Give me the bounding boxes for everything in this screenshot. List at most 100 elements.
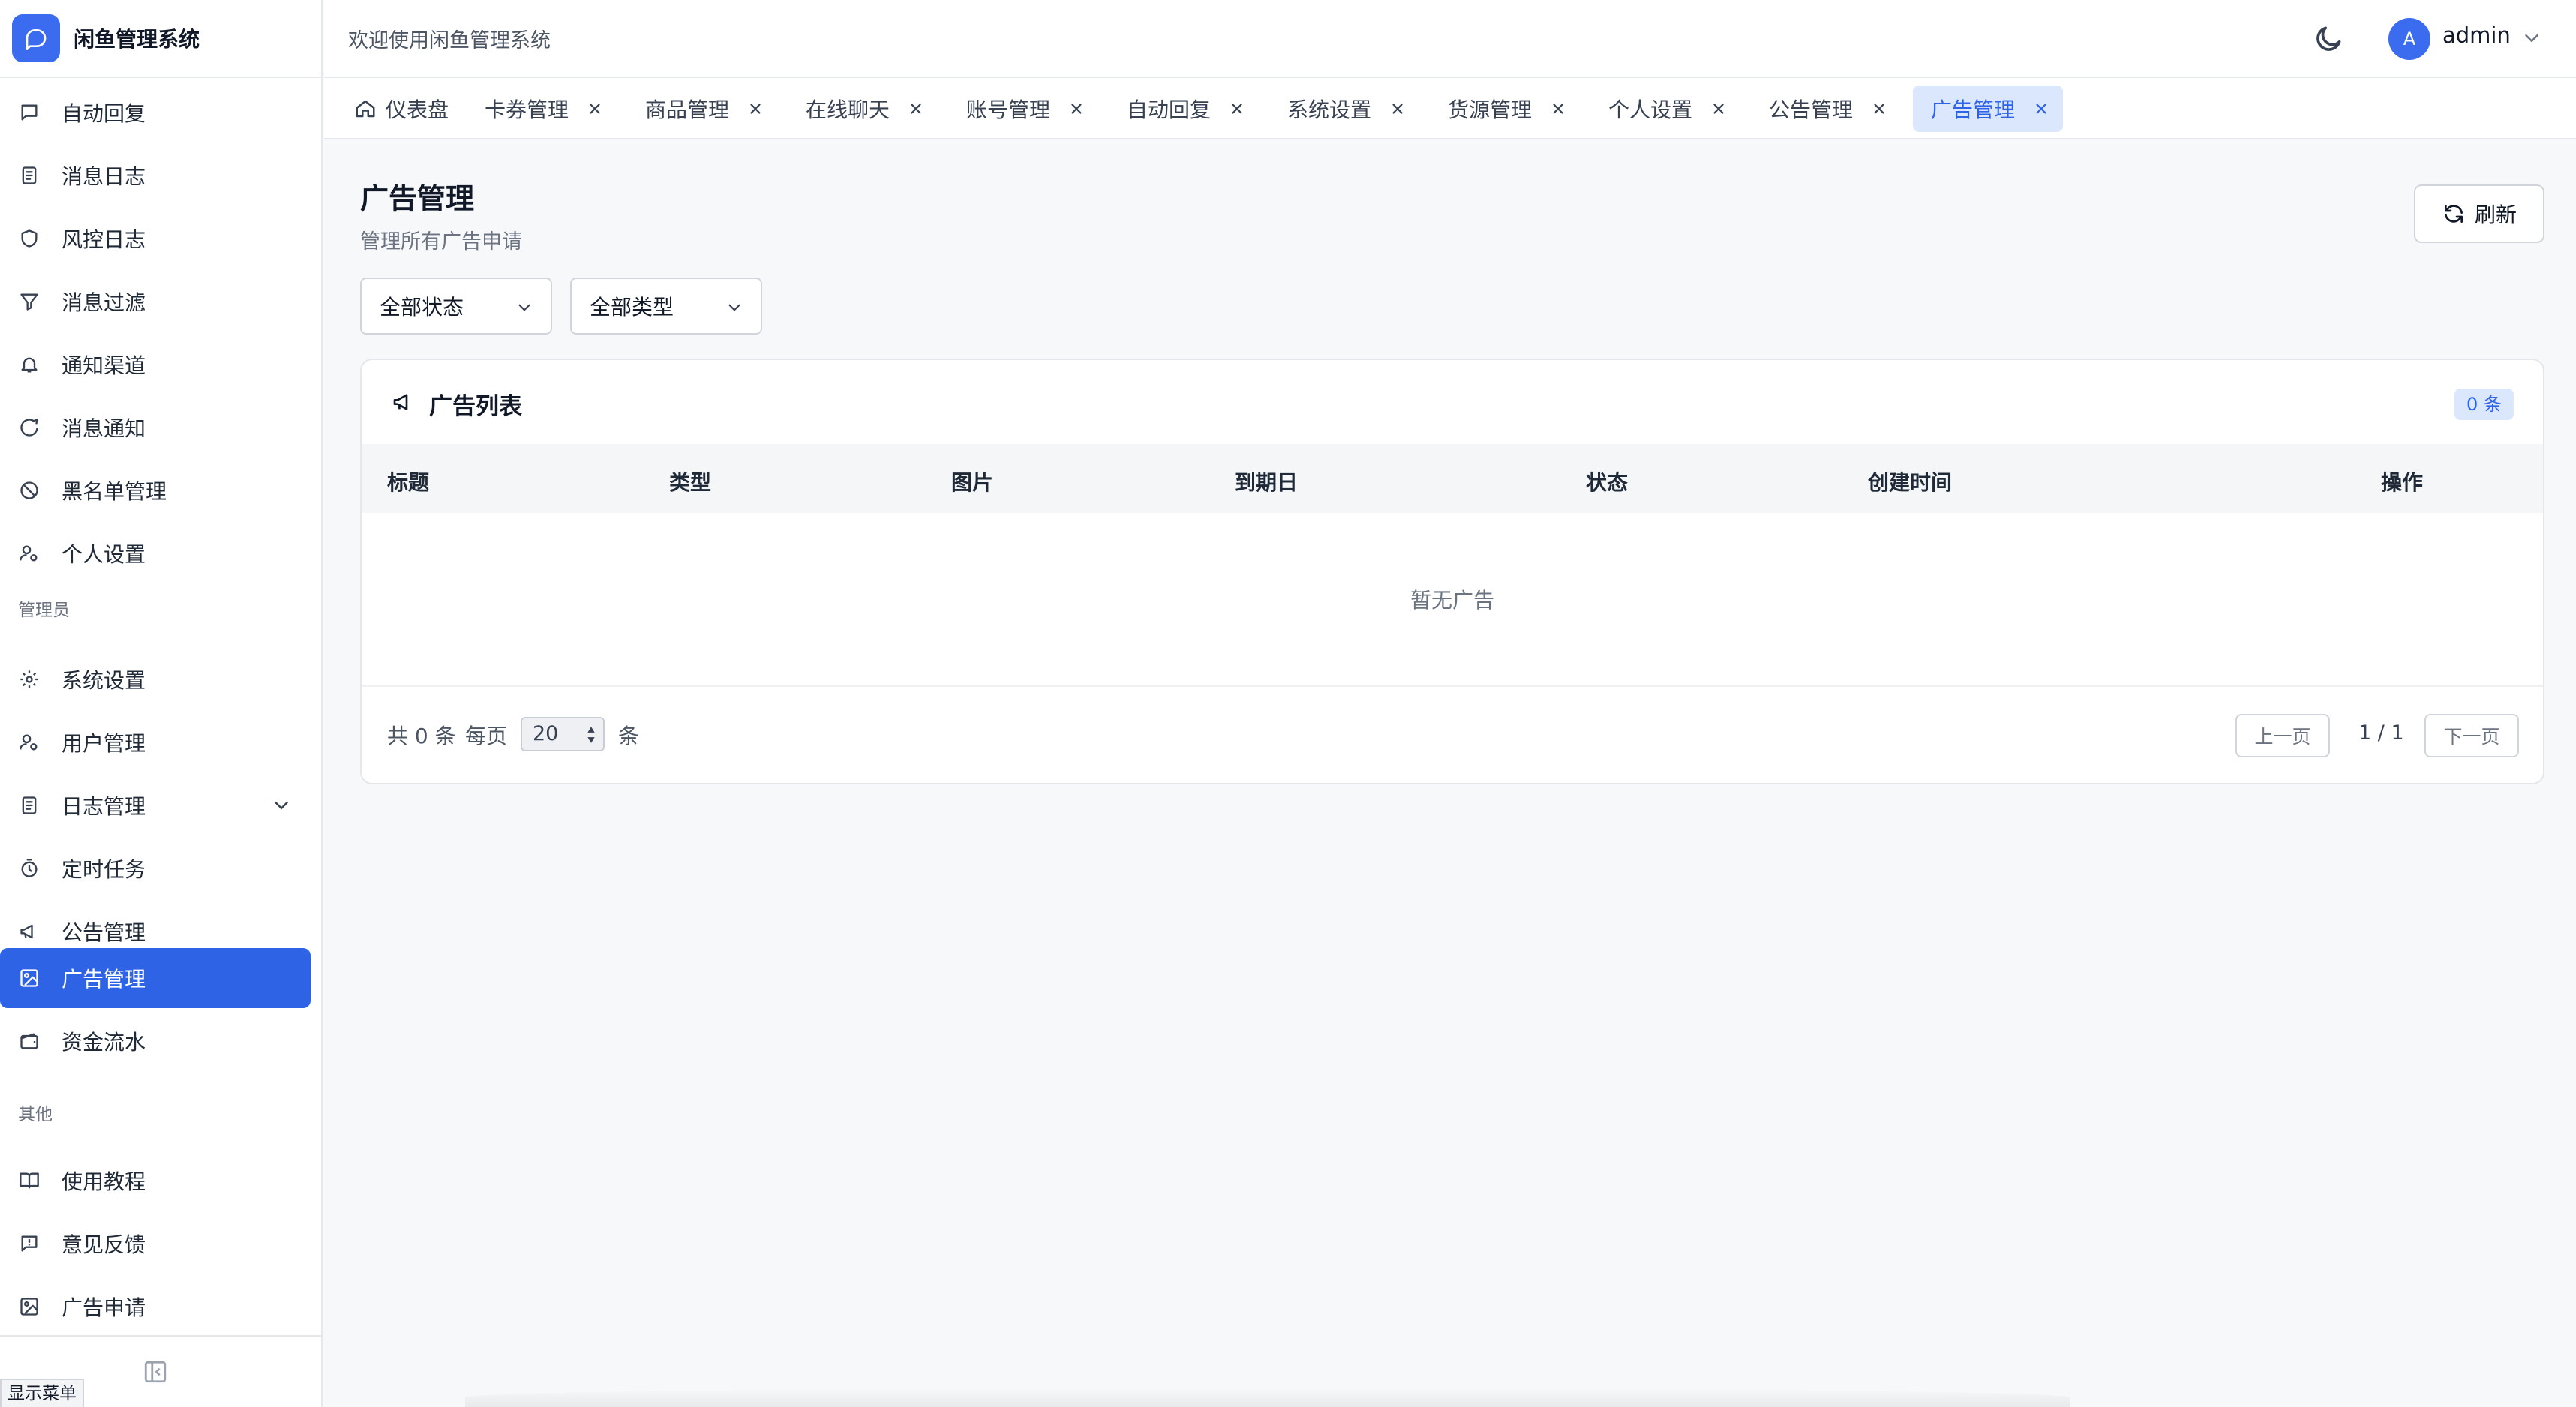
close-icon[interactable] [587,100,603,117]
close-icon[interactable] [747,100,764,117]
count-badge: 0 条 [2454,388,2514,420]
ad-list-card: 广告列表 0 条 标题 类型 图片 到期日 状态 创建时间 操作 暂无广告 共 … [360,358,2544,784]
sidebar-item-user-management[interactable]: 用户管理 [0,712,311,772]
sidebar-item-label: 风控日志 [62,227,146,252]
book-icon [18,1169,41,1192]
column-header-expiry: 到期日 [1235,470,1299,495]
user-name[interactable]: admin [2442,22,2511,48]
tab-accounts[interactable]: 账号管理 [938,86,1098,132]
next-page-button[interactable]: 下一页 [2424,714,2519,758]
total-count: 共 0 条 [387,724,456,748]
chat-bubble-icon [12,14,60,62]
sidebar-item-cash-flow[interactable]: 资金流水 [0,1011,311,1071]
moon-icon[interactable] [2312,22,2345,56]
tab-bar: 仪表盘 卡券管理 商品管理 在线聊天 账号管理 自动回复 系统设置 货源管理 个… [324,78,2576,140]
ban-icon [18,479,41,502]
sidebar-item-notify-channel[interactable]: 通知渠道 [0,334,311,394]
tab-label: 公告管理 [1769,98,1854,122]
sidebar-item-message-filter[interactable]: 消息过滤 [0,272,311,332]
tab-goods[interactable]: 商品管理 [617,86,777,132]
tab-supply[interactable]: 货源管理 [1419,86,1580,132]
tab-label: 仪表盘 [386,98,449,122]
close-icon[interactable] [1068,100,1085,117]
close-icon[interactable] [1871,100,1887,117]
chevron-down-icon [518,304,530,311]
sidebar-item-risk-log[interactable]: 风控日志 [0,208,311,268]
tab-ad-management[interactable]: 广告管理 [1913,86,2064,132]
sidebar-item-auto-reply[interactable]: 自动回复 [0,82,311,142]
per-page-select[interactable]: 20 [521,717,605,752]
close-icon[interactable] [1710,100,1727,117]
sidebar-item-tutorial[interactable]: 使用教程 [0,1150,311,1210]
chevron-down-icon [275,802,288,810]
megaphone-icon [393,394,408,410]
per-page-value: 20 [533,722,559,746]
refresh-label: 刷新 [2474,203,2517,226]
tab-label: 在线聊天 [806,98,890,122]
sidebar-item-label: 广告管理 [62,967,146,992]
tab-auto-reply[interactable]: 自动回复 [1098,86,1259,132]
close-icon[interactable] [2033,100,2049,117]
sidebar-item-blacklist[interactable]: 黑名单管理 [0,460,311,520]
sidebar-item-feedback[interactable]: 意见反馈 [0,1214,311,1274]
top-header: 欢迎使用闲鱼管理系统 A admin [324,0,2576,78]
sidebar-item-label: 消息通知 [62,416,146,441]
column-header-actions: 操作 [2381,470,2424,495]
prev-page-button[interactable]: 上一页 [2235,714,2330,758]
per-page-unit: 条 [618,724,640,748]
sidebar-item-system-settings[interactable]: 系统设置 [0,650,311,710]
type-filter-select[interactable]: 全部类型 [570,278,762,334]
tab-system-settings[interactable]: 系统设置 [1259,86,1419,132]
tab-online-chat[interactable]: 在线聊天 [777,86,938,132]
tab-coupon[interactable]: 卡券管理 [456,86,617,132]
collapse-sidebar-icon[interactable] [143,1359,168,1384]
gear-icon [18,668,41,691]
tab-dashboard[interactable]: 仪表盘 [324,86,462,132]
timer-icon [18,857,41,880]
sidebar-item-label: 消息过滤 [62,290,146,315]
refresh-button[interactable]: 刷新 [2414,184,2544,243]
tab-announcement[interactable]: 公告管理 [1740,86,1901,132]
close-icon[interactable] [1389,100,1406,117]
message-icon [18,101,41,124]
tab-label: 商品管理 [645,98,730,122]
sidebar-item-profile[interactable]: 个人设置 [0,524,311,584]
chevron-down-icon[interactable] [2520,27,2543,50]
pagination: 共 0 条 每页 20 条 上一页 1 / 1 下一页 [362,686,2543,783]
sidebar-item-scheduled-tasks[interactable]: 定时任务 [0,838,311,898]
wallet-icon [18,1030,41,1052]
sidebar-item-ad-management[interactable]: 广告管理 [0,948,311,1008]
sidebar-item-message-log[interactable]: 消息日志 [0,146,311,206]
page-title: 广告管理 [360,182,475,215]
tab-label: 自动回复 [1127,98,1211,122]
column-header-type: 类型 [669,470,712,495]
type-filter-value: 全部类型 [590,295,674,320]
section-admin: 管理员 [18,601,70,620]
sidebar-item-label: 自动回复 [62,101,146,126]
sidebar-nav: 自动回复 消息日志 风控日志 消息过滤 通知渠道 消息通知 黑名单管理 个人设置… [0,78,321,1335]
table-header: 标题 类型 图片 到期日 状态 创建时间 操作 [362,444,2543,513]
avatar[interactable]: A [2388,18,2430,60]
refresh-icon [2444,205,2463,223]
sidebar-item-label: 黑名单管理 [62,479,167,504]
sidebar-item-ad-apply[interactable]: 广告申请 [0,1276,311,1335]
bottom-shadow [465,1388,2070,1407]
sidebar-item-log-management[interactable]: 日志管理 [0,776,311,836]
sidebar-item-label: 意见反馈 [62,1232,146,1257]
sidebar-item-message-notify[interactable]: 消息通知 [0,398,311,458]
sidebar-item-label: 通知渠道 [62,353,146,378]
tab-profile[interactable]: 个人设置 [1580,86,1740,132]
sidebar-item-label: 资金流水 [62,1030,146,1054]
tab-label: 广告管理 [1931,98,2016,122]
sidebar: 闲鱼管理系统 自动回复 消息日志 风控日志 消息过滤 通知渠道 消息通知 黑名单… [0,0,323,1407]
megaphone-icon [18,920,41,943]
status-filter-select[interactable]: 全部状态 [360,278,552,334]
page-subtitle: 管理所有广告申请 [360,230,522,254]
close-icon[interactable] [1229,100,1245,117]
page-info: 1 / 1 [2358,722,2404,745]
app-root: 闲鱼管理系统 自动回复 消息日志 风控日志 消息过滤 通知渠道 消息通知 黑名单… [0,0,2576,1407]
image-icon [18,1295,41,1318]
close-icon[interactable] [1550,100,1566,117]
image-icon [18,967,41,989]
close-icon[interactable] [908,100,924,117]
